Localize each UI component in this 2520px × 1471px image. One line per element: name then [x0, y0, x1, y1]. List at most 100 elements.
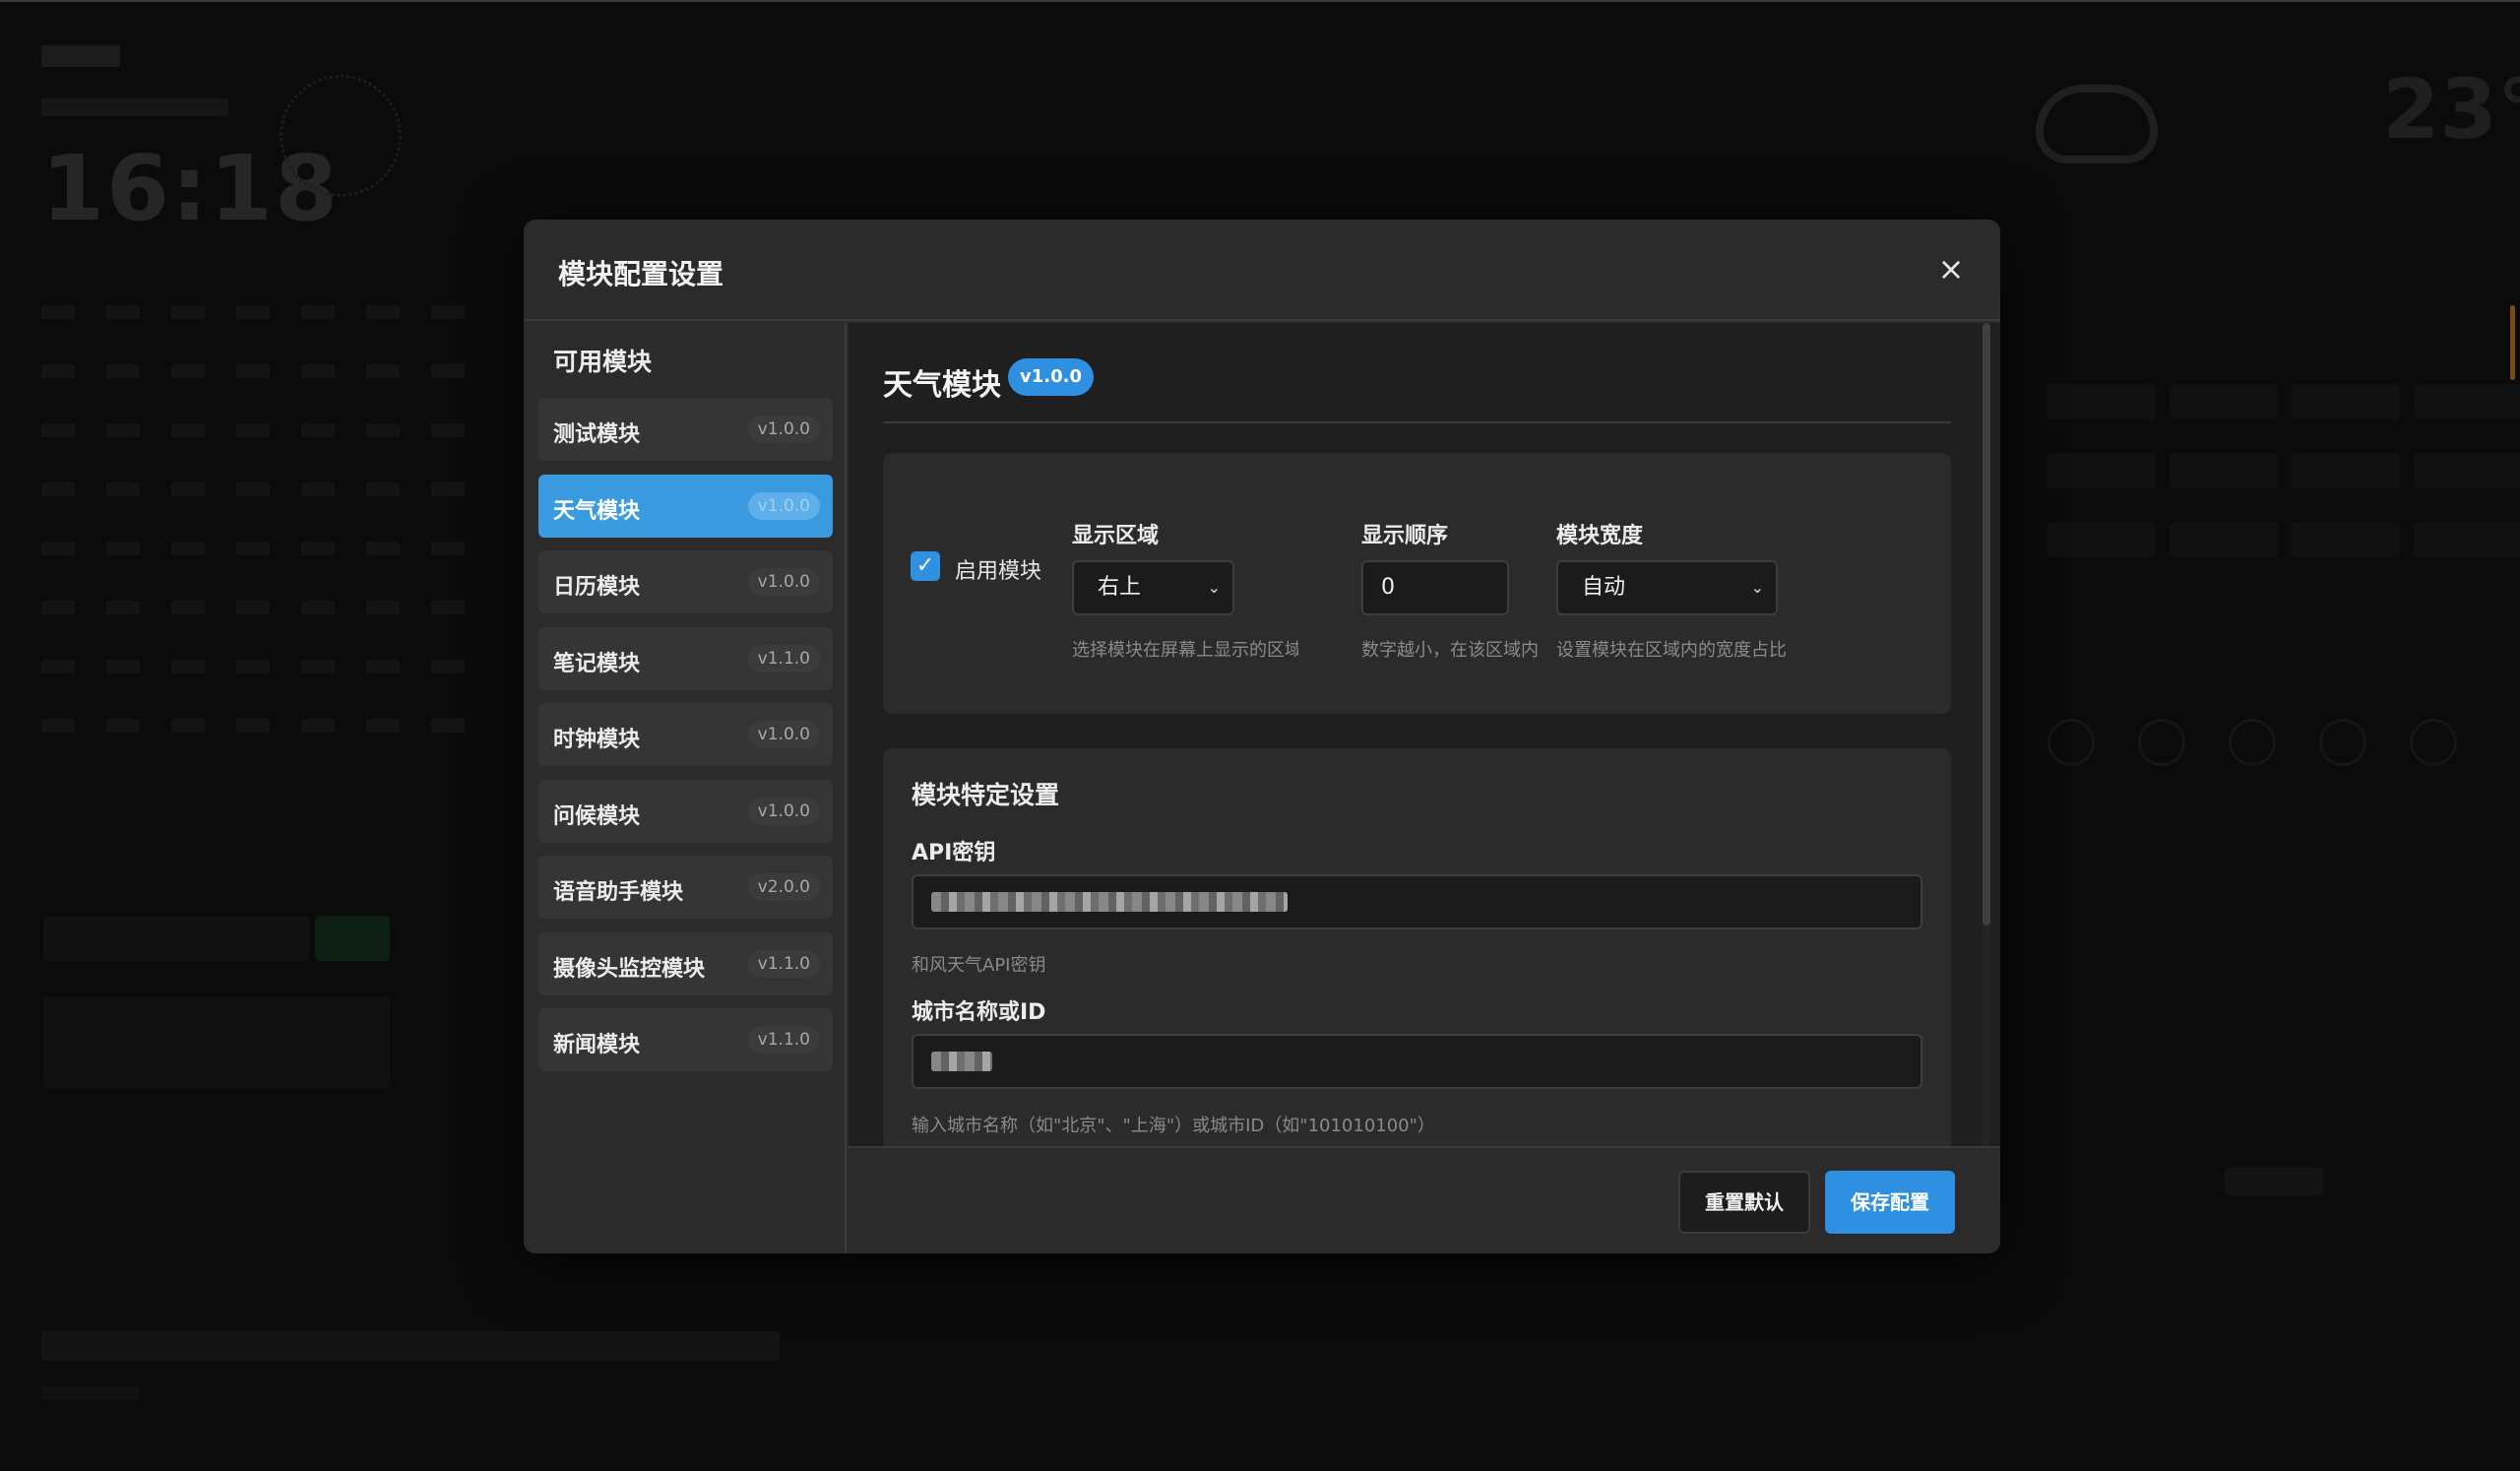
- bg-calendar-cell: [431, 423, 465, 437]
- module-name: 新闻模块: [553, 1033, 641, 1057]
- reset-default-button[interactable]: 重置默认: [1678, 1171, 1810, 1234]
- bg-calendar-cell: [431, 542, 465, 555]
- module-sidebar: 可用模块 测试模块 v1.0.0 天气模块 v1.0.0 日历模块 v1.0.0 笔记模块 v…: [524, 323, 847, 1253]
- module-version-badge: v1.0.0: [747, 416, 820, 443]
- bg-weather-cell: [2048, 522, 2156, 557]
- top-border: [0, 0, 2520, 2]
- bg-calendar-cell: [41, 601, 75, 614]
- close-icon[interactable]: ×: [1931, 249, 1971, 288]
- bg-calendar-cell: [41, 719, 75, 733]
- module-name: 天气模块: [553, 498, 641, 524]
- module-version-badge: v1.0.0: [747, 797, 820, 825]
- bg-forecast-icon: [2138, 719, 2185, 766]
- version-badge: v1.0.0: [1008, 358, 1094, 396]
- bg-calendar-cell: [236, 482, 270, 496]
- bg-calendar-cell: [106, 660, 140, 673]
- bg-weather-cell: [2292, 522, 2400, 557]
- bg-calendar-cell: [106, 364, 140, 378]
- width-value: 自动: [1582, 575, 1626, 600]
- module-name: 笔记模块: [553, 651, 641, 676]
- module-version-badge: v1.1.0: [747, 1026, 820, 1054]
- bg-calendar-cell: [106, 305, 140, 319]
- bg-news-headline: [41, 1331, 780, 1361]
- api-key-input[interactable]: [912, 874, 1922, 929]
- bg-calendar-cell: [236, 601, 270, 614]
- bg-weather-cell: [2414, 384, 2520, 419]
- bg-note-card: [43, 996, 390, 1089]
- general-settings-card: ✓ 启用模块 显示区域 右上 ⌄ 选择模块在屏幕上显示的区域 显示顺序 0 数字…: [883, 453, 1951, 714]
- chevron-down-icon: ⌄: [1750, 578, 1764, 597]
- bg-forecast-icon: [2319, 719, 2366, 766]
- module-item[interactable]: 笔记模块 v1.1.0: [538, 626, 833, 690]
- bg-calendar-cell: [366, 601, 400, 614]
- bg-calendar-cell: [366, 482, 400, 496]
- module-version-badge: v1.0.0: [747, 721, 820, 748]
- bg-weather-cell: [2170, 453, 2278, 488]
- bg-calendar-cell: [171, 660, 205, 673]
- bg-calendar-cell: [41, 482, 75, 496]
- bg-calendar-cell: [366, 423, 400, 437]
- modal-title: 模块配置设置: [558, 258, 724, 290]
- module-item[interactable]: 语音助手模块 v2.0.0: [538, 856, 833, 919]
- city-label: 城市名称或ID: [912, 1000, 1046, 1025]
- save-config-button[interactable]: 保存配置: [1825, 1171, 1955, 1234]
- module-name: 语音助手模块: [553, 880, 684, 905]
- bg-calendar-cell: [301, 601, 335, 614]
- module-item[interactable]: 问候模块 v1.0.0: [538, 779, 833, 843]
- bg-note-button: [315, 916, 390, 961]
- width-select[interactable]: 自动 ⌄: [1556, 560, 1778, 615]
- module-item[interactable]: 日历模块 v1.0.0: [538, 550, 833, 613]
- bg-calendar-cell: [366, 542, 400, 555]
- city-input[interactable]: [912, 1034, 1922, 1089]
- bg-cloud-icon: [2036, 85, 2158, 163]
- bg-news-meta: [41, 1386, 140, 1400]
- module-item[interactable]: 摄像头监控模块 v1.1.0: [538, 931, 833, 995]
- bg-forecast-icon: [2048, 719, 2095, 766]
- bg-weather-cell: [2048, 453, 2156, 488]
- bg-weather-details: [2048, 384, 2520, 581]
- chevron-down-icon: ⌄: [1207, 578, 1221, 597]
- check-icon[interactable]: ✓: [911, 551, 940, 581]
- bg-weather-cell: [2048, 384, 2156, 419]
- content-scrollbar-thumb[interactable]: [1983, 323, 1990, 926]
- module-item[interactable]: 测试模块 v1.0.0: [538, 398, 833, 461]
- bg-location: [41, 45, 120, 67]
- bg-weather-cell: [2170, 384, 2278, 419]
- region-value: 右上: [1098, 575, 1142, 600]
- bg-calendar-cell: [171, 719, 205, 733]
- module-name: 摄像头监控模块: [553, 956, 706, 982]
- bg-calendar-cell: [236, 423, 270, 437]
- specific-settings-title: 模块特定设置: [912, 781, 1060, 809]
- enable-module-label[interactable]: 启用模块: [955, 553, 1041, 585]
- bg-calendar-cell: [366, 364, 400, 378]
- detail-header: 天气模块 v1.0.0: [883, 354, 1951, 423]
- bg-calendar-cell: [236, 542, 270, 555]
- bg-calendar-cell: [41, 660, 75, 673]
- module-name: 时钟模块: [553, 728, 641, 752]
- bg-calendar-cell: [236, 305, 270, 319]
- redacted-city: [931, 1052, 992, 1071]
- bg-calendar-cell: [236, 719, 270, 733]
- bg-analog-clock: [280, 75, 402, 197]
- bg-weather-cell: [2414, 522, 2520, 557]
- bg-calendar-cell: [41, 423, 75, 437]
- bg-calendar-cell: [301, 482, 335, 496]
- module-item[interactable]: 时钟模块 v1.0.0: [538, 703, 833, 766]
- bg-calendar-cell: [431, 719, 465, 733]
- bg-forecast-icon: [2229, 719, 2276, 766]
- bg-calendar-cell: [431, 482, 465, 496]
- bg-calendar-cell: [366, 719, 400, 733]
- bg-calendar-cell: [171, 305, 205, 319]
- bg-weather-cell: [2292, 453, 2400, 488]
- module-list: 测试模块 v1.0.0 天气模块 v1.0.0 日历模块 v1.0.0 笔记模块 v1.1.0…: [538, 398, 833, 1085]
- detail-title: 天气模块: [883, 368, 1001, 403]
- bg-calendar-cell: [236, 660, 270, 673]
- module-item[interactable]: 新闻模块 v1.1.0: [538, 1008, 833, 1071]
- bg-forecast-icon: [2410, 719, 2457, 766]
- order-input[interactable]: 0: [1361, 560, 1509, 615]
- region-select[interactable]: 右上 ⌄: [1072, 560, 1234, 615]
- module-item[interactable]: 天气模块 v1.0.0: [538, 474, 833, 538]
- bg-calendar: [41, 305, 474, 778]
- bg-calendar-cell: [366, 305, 400, 319]
- page-scrollbar-thumb[interactable]: [2510, 305, 2515, 380]
